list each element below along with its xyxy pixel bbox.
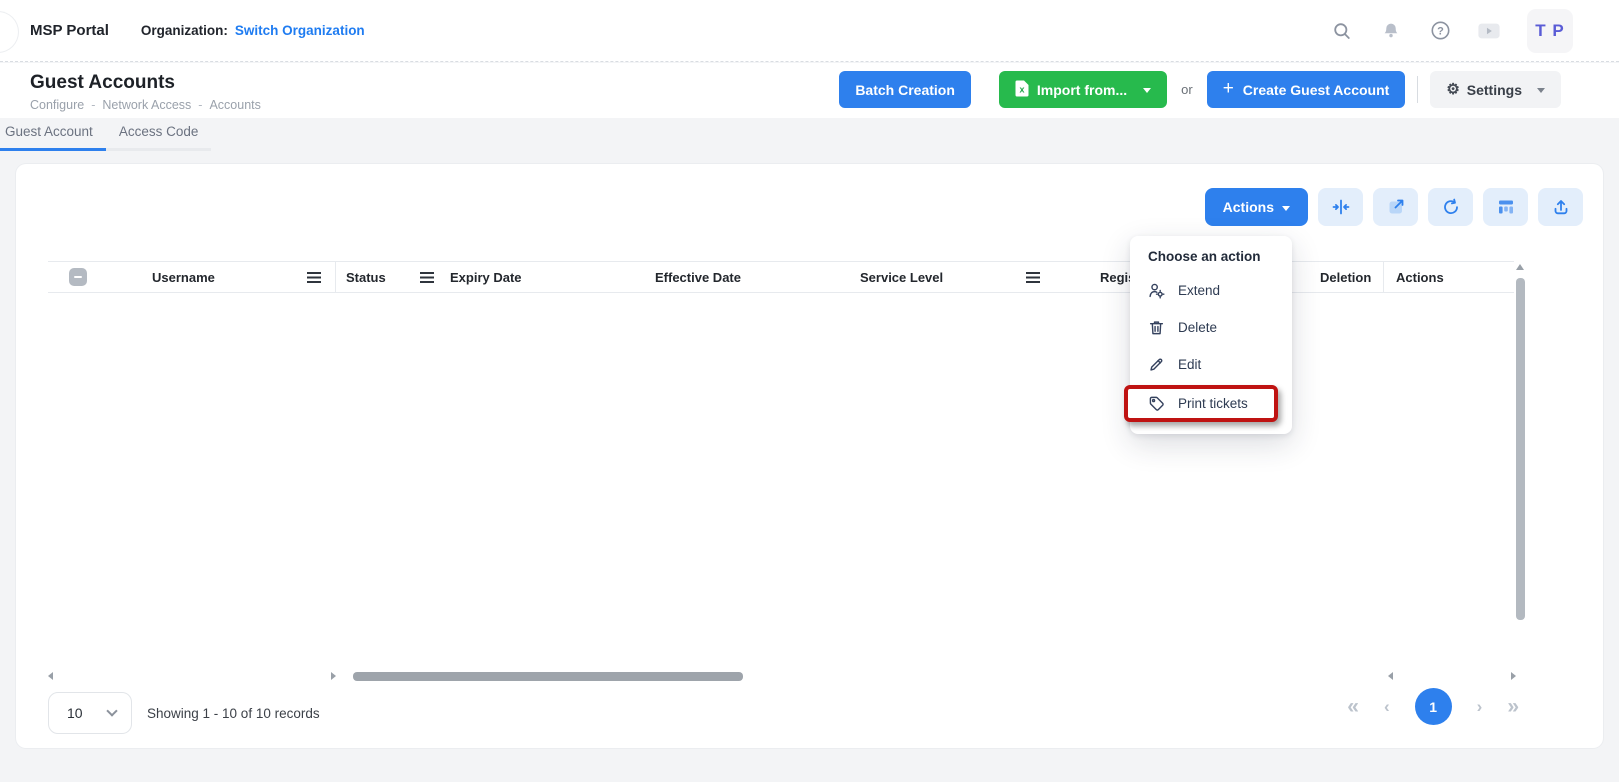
page-header: Guest Accounts Configure-Network Access-…	[0, 63, 1619, 118]
menu-item-extend[interactable]: Extend	[1130, 272, 1292, 309]
help-icon[interactable]: ?	[1429, 20, 1451, 42]
chevron-down-icon	[1537, 88, 1545, 93]
vertical-scrollbar[interactable]	[1516, 264, 1525, 676]
app-title: MSP Portal	[30, 22, 109, 39]
last-page-icon[interactable]: »	[1507, 696, 1519, 717]
table-toolbar: Actions	[1205, 188, 1583, 226]
menu-item-print-tickets[interactable]: Print tickets	[1128, 389, 1274, 418]
trash-icon	[1148, 319, 1165, 336]
current-page-button[interactable]: 1	[1415, 688, 1452, 725]
menu-item-label: Edit	[1178, 357, 1201, 372]
highlight-box: Print tickets	[1124, 385, 1278, 422]
sidebar-collapse-handle[interactable]	[0, 12, 18, 52]
first-page-icon[interactable]: «	[1347, 696, 1359, 717]
refresh-icon[interactable]	[1428, 188, 1473, 226]
or-text: or	[1181, 82, 1193, 97]
page-size-select[interactable]: 10	[48, 692, 132, 734]
column-label: Username	[152, 270, 215, 285]
column-header-expiry[interactable]: Expiry Date	[450, 262, 655, 292]
guest-accounts-card: Actions Username Status Expiry Date Effecti…	[16, 164, 1603, 748]
video-tour-icon[interactable]	[1478, 20, 1500, 42]
records-summary: Showing 1 - 10 of 10 records	[147, 706, 320, 721]
breadcrumb-item-configure[interactable]: Configure	[30, 98, 84, 112]
import-from-button[interactable]: x Import from...	[999, 71, 1167, 108]
notifications-bell-icon[interactable]	[1380, 20, 1402, 42]
menu-item-label: Print tickets	[1178, 396, 1248, 411]
create-guest-account-button[interactable]: + Create Guest Account	[1207, 71, 1406, 108]
guest-accounts-table: Username Status Expiry Date Effective Date S…	[48, 261, 1514, 293]
column-label: Deletion	[1320, 270, 1371, 285]
chevron-down-icon	[1282, 206, 1290, 211]
select-all-checkbox[interactable]	[69, 268, 87, 286]
page-title: Guest Accounts	[30, 72, 175, 94]
chevron-down-icon	[106, 705, 117, 716]
user-avatar[interactable]: T P	[1527, 9, 1573, 53]
excel-file-icon: x	[1015, 80, 1029, 100]
column-header-check[interactable]	[48, 262, 110, 292]
breadcrumb-item-network-access[interactable]: Network Access	[102, 98, 191, 112]
next-page-icon[interactable]: ›	[1477, 698, 1483, 715]
tab-access-code[interactable]: Access Code	[106, 120, 212, 151]
columns-icon[interactable]	[1483, 188, 1528, 226]
chevron-down-icon	[1143, 88, 1151, 93]
menu-title: Choose an action	[1130, 249, 1292, 272]
actions-dropdown-menu: Choose an action Extend Delete Edit Print t…	[1130, 236, 1292, 434]
actions-dropdown-button[interactable]: Actions	[1205, 188, 1308, 226]
column-label: Status	[346, 270, 386, 285]
prev-page-icon[interactable]: ‹	[1384, 698, 1390, 715]
pencil-icon	[1148, 356, 1165, 373]
column-label: Effective Date	[655, 270, 741, 285]
menu-item-delete[interactable]: Delete	[1130, 309, 1292, 346]
column-menu-icon[interactable]	[1026, 272, 1040, 283]
column-label: Expiry Date	[450, 270, 522, 285]
svg-text:?: ?	[1437, 26, 1444, 38]
switch-organization-link[interactable]: Switch Organization	[235, 23, 365, 38]
tag-icon	[1148, 395, 1165, 412]
collapse-columns-icon[interactable]	[1318, 188, 1363, 226]
menu-item-label: Extend	[1178, 283, 1220, 298]
table-header-row: Username Status Expiry Date Effective Date S…	[48, 261, 1514, 293]
user-gear-icon	[1148, 282, 1165, 299]
plus-icon: +	[1223, 78, 1234, 100]
settings-button[interactable]: ⚙ Settings	[1430, 71, 1561, 108]
batch-creation-button[interactable]: Batch Creation	[839, 71, 971, 108]
column-header-actions[interactable]: Actions	[1383, 262, 1514, 292]
svg-text:x: x	[1019, 84, 1024, 94]
column-header-effective[interactable]: Effective Date	[655, 262, 860, 292]
menu-item-edit[interactable]: Edit	[1130, 346, 1292, 383]
column-header-service[interactable]: Service Level	[860, 262, 1100, 292]
column-menu-icon[interactable]	[420, 272, 434, 283]
breadcrumb-item-accounts[interactable]: Accounts	[209, 98, 260, 112]
gear-icon: ⚙	[1446, 82, 1459, 97]
menu-item-label: Delete	[1178, 320, 1217, 335]
tab-guest-account[interactable]: Guest Account	[0, 120, 106, 151]
horizontal-scrollbar-left-pane[interactable]	[48, 671, 336, 681]
column-label: Service Level	[860, 270, 943, 285]
horizontal-scrollbar-middle-pane[interactable]	[346, 671, 1386, 681]
column-header-deletion[interactable]: Deletion	[1320, 262, 1383, 292]
breadcrumb: Configure-Network Access-Accounts	[30, 98, 261, 112]
export-icon[interactable]	[1538, 188, 1583, 226]
pager: « ‹ 1 › »	[1347, 688, 1519, 725]
breadcrumb-separator: -	[198, 98, 202, 112]
tab-bar: Guest AccountAccess Code	[0, 120, 211, 151]
column-header-status[interactable]: Status	[336, 262, 450, 292]
organization-label: Organization:	[141, 23, 228, 38]
open-expand-icon[interactable]	[1373, 188, 1418, 226]
search-icon[interactable]	[1331, 20, 1353, 42]
column-label: Actions	[1396, 270, 1444, 285]
top-navigation-bar: MSP Portal Organization: Switch Organiza…	[0, 0, 1619, 62]
column-header-username[interactable]: Username	[110, 262, 336, 292]
divider	[1417, 76, 1418, 103]
horizontal-scrollbar-actions-pane[interactable]	[1388, 671, 1516, 681]
column-menu-icon[interactable]	[307, 272, 321, 283]
organization-switcher: Organization: Switch Organization	[141, 23, 365, 38]
breadcrumb-separator: -	[91, 98, 95, 112]
